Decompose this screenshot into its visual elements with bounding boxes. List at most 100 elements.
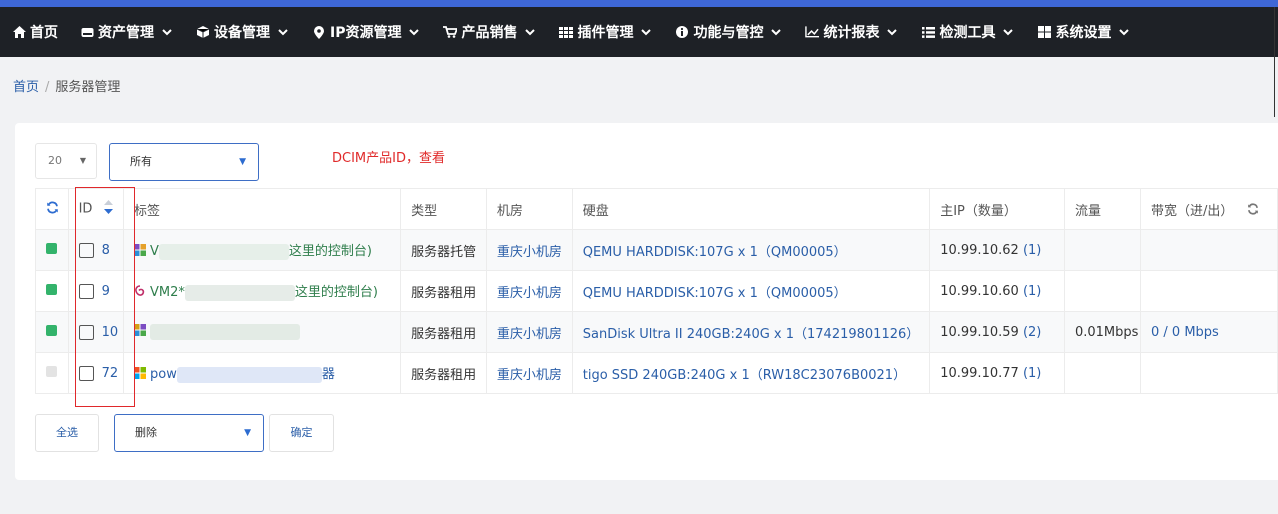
- disk-link[interactable]: SanDisk Ultra II 240GB:240G x 1（17421980…: [583, 327, 920, 342]
- table-row[interactable]: 9 VM2* 这里的控制台) 服务器租用 重庆小机房 QEMU HARDDISK:107G…: [35, 270, 1278, 312]
- row-checkbox[interactable]: [78, 324, 94, 340]
- refresh-header[interactable]: [35, 188, 69, 230]
- id-cell: 10: [67, 311, 125, 353]
- column-header-label: 标签: [122, 188, 402, 230]
- server-id-link[interactable]: 10: [102, 325, 119, 340]
- server-label-link[interactable]: [150, 324, 300, 340]
- grid-icon: [559, 25, 574, 39]
- nav-item-label: 资产管理: [98, 25, 154, 41]
- column-header-id[interactable]: ID: [67, 188, 125, 230]
- main-ip-value: 10.99.10.59: [940, 324, 1019, 340]
- server-table: ID 标签 类型 机房 硬盘 主IP（数量） 流量 带宽（进/出） 8 V 这里的控…: [35, 188, 1278, 394]
- cube-icon: [196, 25, 210, 39]
- nav-item-4[interactable]: 产品销售: [431, 7, 547, 57]
- hdd-icon: [80, 25, 94, 39]
- room-link[interactable]: 重庆小机房: [497, 286, 562, 301]
- status-filter-value: 所有: [130, 155, 152, 168]
- batch-action-value: 删除: [135, 426, 157, 439]
- label-cell: pow 器: [122, 352, 402, 394]
- table-row[interactable]: 8 V 这里的控制台) 服务器托管 重庆小机房 QEMU HARDDISK:107G x …: [35, 229, 1278, 271]
- status-indicator: [46, 242, 57, 254]
- room-link[interactable]: 重庆小机房: [497, 327, 562, 342]
- disk-link[interactable]: tigo SSD 240GB:240G x 1（RW18C23076B0021）: [583, 368, 906, 383]
- nav-item-5[interactable]: 插件管理: [547, 7, 663, 57]
- nav-item-label: IP资源管理: [330, 25, 402, 41]
- os-icon: [134, 366, 146, 383]
- page-size-select[interactable]: 20 ▼: [35, 143, 97, 179]
- disk-link[interactable]: QEMU HARDDISK:107G x 1（QM00005）: [583, 286, 847, 301]
- server-id-link[interactable]: 72: [102, 366, 119, 381]
- ip-count-link[interactable]: (1): [1023, 243, 1041, 258]
- nav-item-1[interactable]: 资产管理: [68, 7, 184, 57]
- column-header-disk: 硬盘: [571, 188, 931, 230]
- nav-item-label: 产品销售: [461, 25, 518, 41]
- nav-item-8[interactable]: 检测工具: [909, 7, 1025, 57]
- chevron-down-icon: [641, 26, 653, 38]
- page-size-value: 20: [48, 154, 62, 167]
- column-header-room: 机房: [485, 188, 573, 230]
- batch-action-select[interactable]: 删除 ▼: [114, 414, 264, 452]
- nav-item-label: 功能与管控: [693, 25, 764, 41]
- main-ip-cell: 10.99.10.62 (1): [929, 229, 1065, 271]
- ip-count-link[interactable]: (2): [1023, 325, 1041, 340]
- traffic-cell: 0.01Mbps: [1063, 311, 1142, 353]
- chart-icon: [805, 25, 820, 39]
- chevron-down-icon: [771, 26, 783, 38]
- info-icon: [675, 25, 689, 39]
- bandwidth-cell: [1140, 270, 1278, 312]
- nav-item-3[interactable]: IP资源管理: [300, 7, 431, 57]
- nav-item-0[interactable]: 首页: [0, 7, 68, 57]
- list-icon: [921, 25, 935, 39]
- type-cell: 服务器租用: [400, 311, 487, 353]
- label-prefix: pow: [150, 367, 177, 383]
- label-cell: VM2* 这里的控制台): [122, 270, 402, 312]
- bandwidth-cell: 0 / 0 Mbps: [1140, 311, 1278, 353]
- sort-icon[interactable]: [104, 200, 114, 218]
- room-cell: 重庆小机房: [485, 311, 573, 353]
- breadcrumb: 首页 / 服务器管理: [13, 76, 120, 95]
- column-header-id-label: ID: [78, 201, 93, 217]
- traffic-cell: [1063, 229, 1142, 271]
- server-id-link[interactable]: 8: [102, 243, 110, 258]
- server-list-card: 20 ▼ 所有 ▼ DCIM产品ID，查看 ID 标签 类型 机房 硬盘 主IP…: [15, 123, 1278, 480]
- row-checkbox[interactable]: [78, 365, 94, 381]
- table-row[interactable]: 72 pow 器 服务器租用 重庆小机房 tigo SSD 240GB:240G x 1（…: [35, 352, 1278, 394]
- label-suffix: 这里的控制台): [294, 285, 378, 301]
- ip-count-link[interactable]: (1): [1023, 284, 1041, 299]
- confirm-button[interactable]: 确定: [269, 414, 334, 452]
- chevron-down-icon: [409, 26, 421, 38]
- refresh-bandwidth-icon[interactable]: [1247, 202, 1259, 219]
- row-checkbox[interactable]: [78, 283, 94, 299]
- nav-item-9[interactable]: 系统设置: [1025, 7, 1141, 57]
- nav-item-7[interactable]: 统计报表: [793, 7, 909, 57]
- bandwidth-link[interactable]: 0 / 0 Mbps: [1151, 325, 1219, 340]
- select-all-button[interactable]: 全选: [35, 414, 99, 452]
- nav-item-6[interactable]: 功能与管控: [663, 7, 793, 57]
- label-cell: V 这里的控制台): [122, 229, 402, 271]
- room-cell: 重庆小机房: [485, 270, 573, 312]
- main-ip-cell: 10.99.10.59 (2): [929, 311, 1065, 353]
- os-icon: [134, 324, 146, 340]
- table-row[interactable]: 10 服务器租用 重庆小机房 SanDisk Ultra II 240GB:240G …: [35, 311, 1278, 353]
- status-cell: [35, 229, 69, 271]
- room-link[interactable]: 重庆小机房: [497, 368, 562, 383]
- id-cell: 72: [67, 352, 125, 394]
- top-accent-bar: [0, 0, 1278, 7]
- refresh-icon[interactable]: [46, 201, 59, 218]
- disk-link[interactable]: QEMU HARDDISK:107G x 1（QM00005）: [583, 245, 847, 260]
- row-checkbox[interactable]: [78, 242, 94, 258]
- nav-item-label: 系统设置: [1055, 25, 1112, 41]
- status-cell: [35, 352, 69, 394]
- type-cell: 服务器租用: [400, 270, 487, 312]
- server-label-link[interactable]: V 这里的控制台): [150, 243, 372, 260]
- server-label-link[interactable]: VM2* 这里的控制台): [150, 284, 378, 301]
- ip-count-link[interactable]: (1): [1023, 366, 1041, 381]
- column-header-bandwidth: 带宽（进/出）: [1140, 188, 1278, 230]
- server-id-link[interactable]: 9: [102, 284, 110, 299]
- breadcrumb-current: 服务器管理: [55, 80, 121, 95]
- server-label-link[interactable]: pow 器: [150, 366, 335, 383]
- breadcrumb-home-link[interactable]: 首页: [13, 80, 39, 95]
- status-filter-select[interactable]: 所有 ▼: [109, 143, 259, 181]
- room-link[interactable]: 重庆小机房: [497, 245, 562, 260]
- nav-item-2[interactable]: 设备管理: [184, 7, 300, 57]
